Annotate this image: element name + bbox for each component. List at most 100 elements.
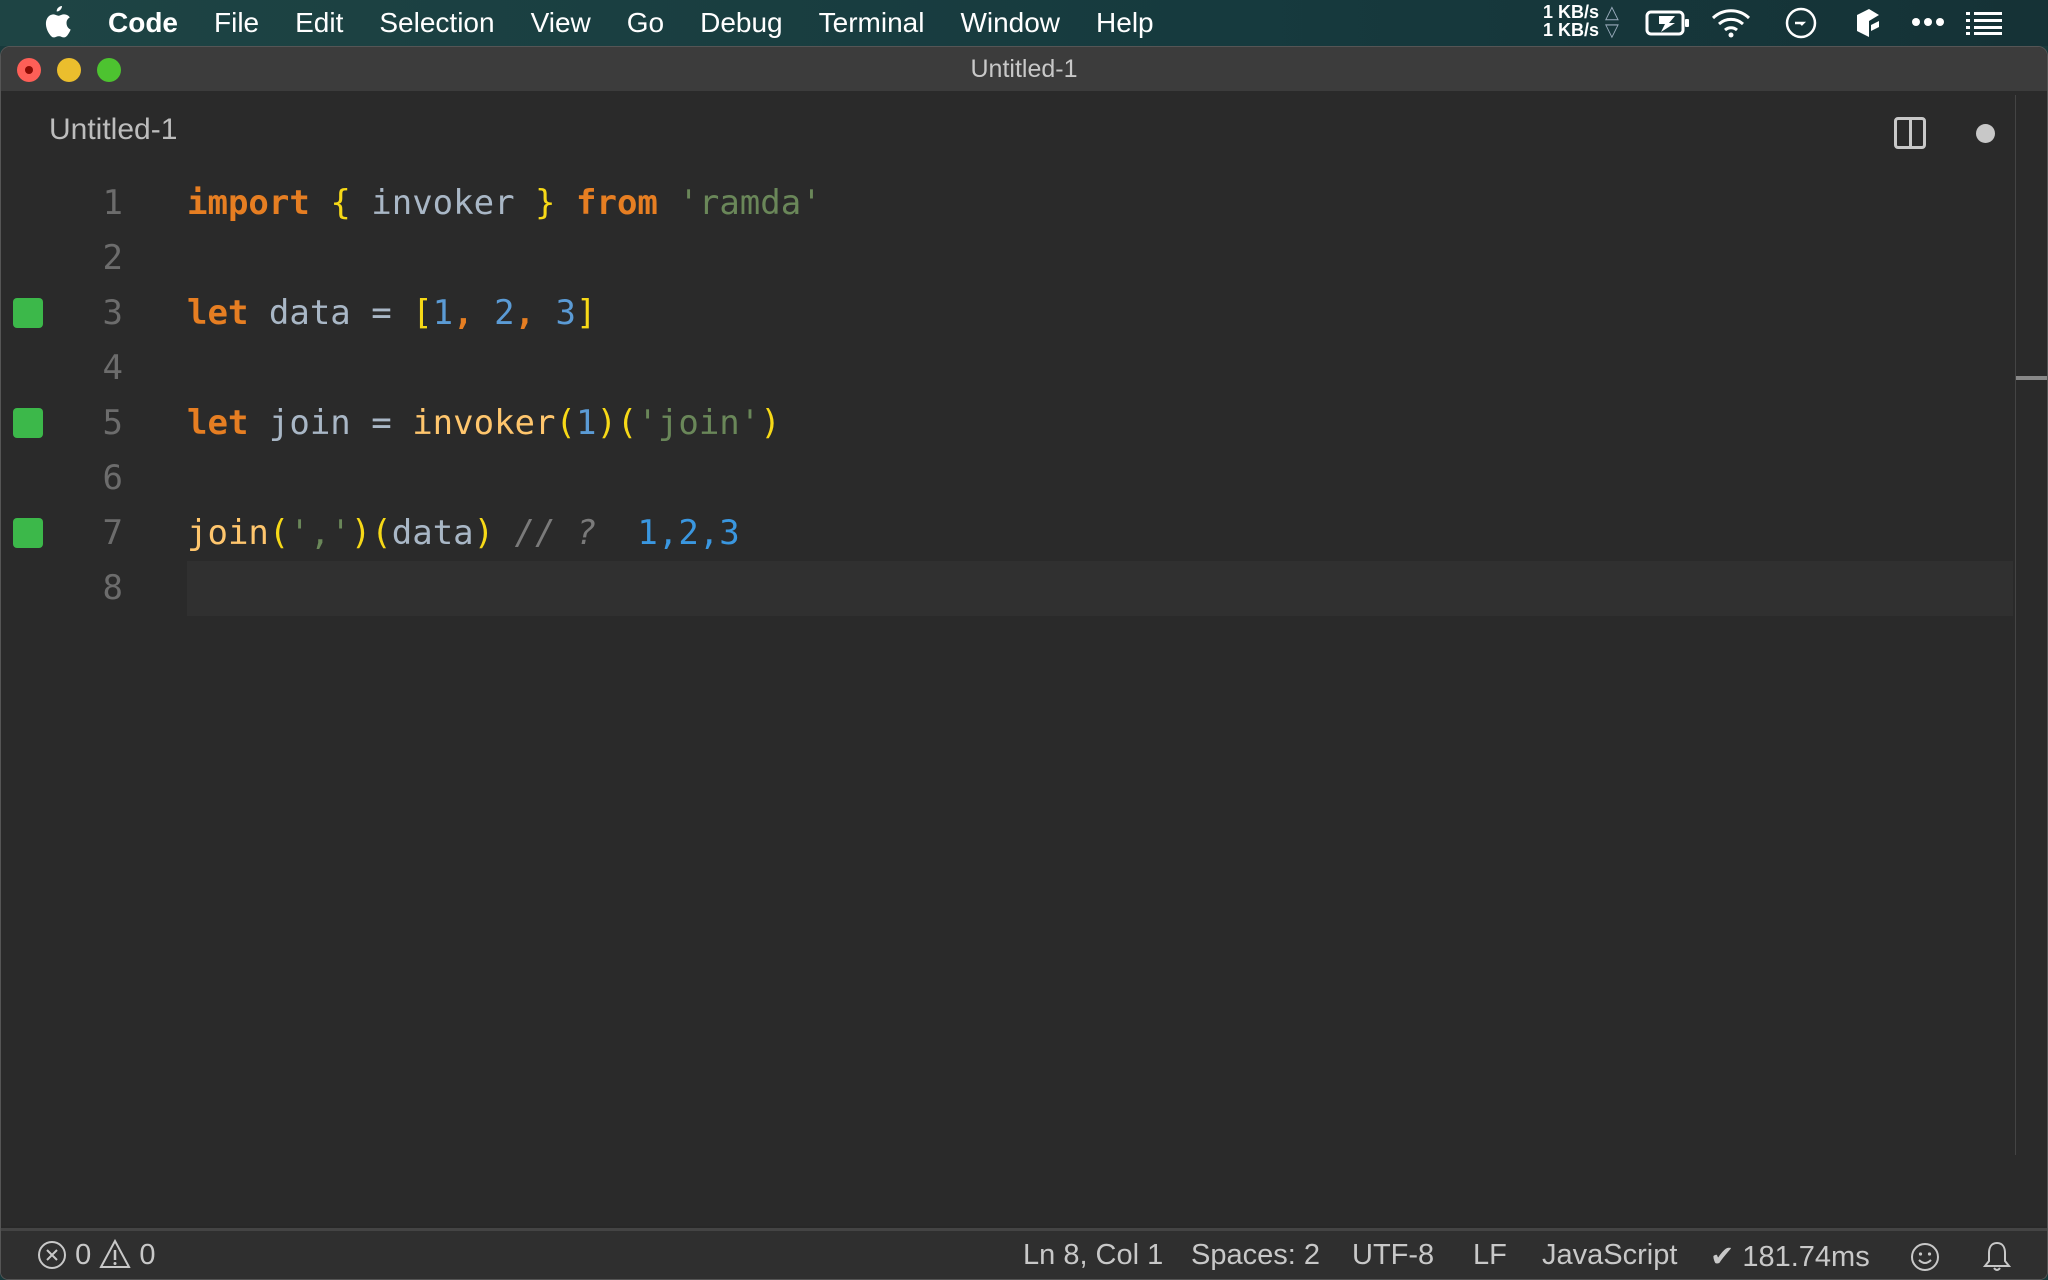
line-number: 6 — [102, 458, 123, 498]
scrollbar-cursor-marker — [2016, 376, 2047, 380]
menu-go[interactable]: Go — [627, 0, 664, 46]
code-token: ] — [576, 293, 597, 333]
code-token: ( — [555, 403, 576, 443]
code-token: from — [576, 183, 658, 223]
menu-selection[interactable]: Selection — [379, 0, 494, 46]
menu-code[interactable]: Code — [108, 0, 178, 46]
code-token: 2 — [494, 293, 515, 333]
window-title: Untitled-1 — [970, 55, 1078, 83]
menu-list: Code File Edit Selection View Go Debug T… — [108, 0, 1190, 46]
code-token: )( — [596, 403, 638, 443]
vscode-window: Untitled-1 Untitled-1 1 import { invoker … — [0, 46, 2048, 1280]
code-token: 'ramda' — [678, 183, 822, 223]
menu-file[interactable]: File — [214, 0, 259, 46]
code-line[interactable]: import { invoker } from 'ramda' — [187, 176, 822, 231]
code-token: invoker — [350, 183, 536, 223]
download-arrow-icon: ▽ — [1605, 20, 1619, 40]
battery-charging-icon[interactable] — [1645, 10, 1691, 36]
more-dots-icon[interactable] — [1911, 17, 1945, 27]
language-mode[interactable]: JavaScript — [1542, 1239, 1677, 1272]
code-token: 1 — [432, 293, 454, 333]
code-editor[interactable]: 1 import { invoker } from 'ramda' 2 3 let da… — [1, 171, 2047, 1226]
line-number: 3 — [102, 293, 123, 333]
code-line[interactable]: join(',')(data) // ? 1,2,3 — [187, 506, 740, 561]
code-token: // ? — [494, 513, 638, 553]
code-token: invoker — [412, 403, 556, 443]
code-token: { — [330, 183, 351, 223]
minimize-window-button[interactable] — [57, 58, 81, 82]
code-token: data = — [248, 293, 413, 333]
code-token: ( — [268, 513, 290, 553]
coverage-marker-icon[interactable] — [13, 298, 43, 328]
current-line-highlight — [187, 561, 2013, 616]
menu-edit[interactable]: Edit — [295, 0, 343, 46]
code-token: [ — [412, 293, 433, 333]
code-token: import — [187, 183, 310, 223]
quokka-timing[interactable]: ✔ 181.74ms — [1710, 1239, 1870, 1274]
code-token: ) — [473, 513, 495, 553]
net-upload: 1 KB/s — [1543, 2, 1600, 22]
line-number: 4 — [102, 348, 123, 388]
vertical-scrollbar[interactable] — [2015, 95, 2016, 1155]
code-token: data — [391, 513, 474, 553]
tab-untitled-1[interactable]: Untitled-1 — [49, 113, 177, 147]
net-download: 1 KB/s — [1543, 20, 1600, 40]
network-speed-monitor[interactable]: 1 KB/s △ 1 KB/s ▽ — [1543, 3, 1619, 39]
code-token: )( — [350, 513, 392, 553]
line-number: 8 — [102, 568, 123, 608]
window-titlebar[interactable]: Untitled-1 — [1, 47, 2047, 91]
code-token: join — [187, 513, 269, 553]
macos-menu-bar: Code File Edit Selection View Go Debug T… — [0, 0, 2048, 46]
menu-window[interactable]: Window — [960, 0, 1060, 46]
bell-icon[interactable] — [1982, 1240, 2012, 1274]
wifi-icon[interactable] — [1711, 8, 1751, 38]
code-line[interactable]: let data = [1, 2, 3] — [187, 286, 597, 341]
close-window-button[interactable] — [17, 58, 41, 82]
problems-indicator[interactable]: 0 0 — [37, 1238, 156, 1272]
coverage-marker-icon[interactable] — [13, 408, 43, 438]
eol-setting[interactable]: LF — [1473, 1239, 1507, 1272]
code-token: ) — [760, 403, 781, 443]
error-count: 0 — [75, 1239, 92, 1271]
menu-help[interactable]: Help — [1096, 0, 1154, 46]
code-token: let — [187, 293, 249, 333]
indentation-setting[interactable]: Spaces: 2 — [1191, 1239, 1320, 1272]
editor-tab-bar: Untitled-1 — [1, 91, 2047, 171]
list-icon[interactable] — [1966, 11, 2002, 35]
unsaved-dot-icon[interactable] — [1976, 124, 1995, 143]
code-token: , — [514, 293, 556, 333]
smiley-icon[interactable] — [1909, 1241, 1941, 1273]
code-line[interactable]: let join = invoker(1)('join') — [187, 396, 781, 451]
split-editor-icon[interactable] — [1894, 117, 1926, 149]
code-token: let — [187, 403, 249, 443]
warning-count: 0 — [139, 1239, 156, 1271]
code-token: join = — [248, 403, 413, 443]
upload-arrow-icon: △ — [1605, 2, 1619, 22]
line-number: 1 — [102, 183, 123, 223]
code-token: , — [453, 293, 495, 333]
line-number: 7 — [102, 513, 123, 553]
cursor-position[interactable]: Ln 8, Col 1 — [1023, 1239, 1163, 1272]
error-icon — [38, 1241, 66, 1269]
apple-logo-icon[interactable] — [40, 4, 72, 40]
menu-debug[interactable]: Debug — [700, 0, 783, 46]
status-bar: 0 0 Ln 8, Col 1 Spaces: 2 UTF-8 LF JavaS… — [1, 1228, 2047, 1279]
line-number: 2 — [102, 238, 123, 278]
coverage-marker-icon[interactable] — [13, 518, 43, 548]
maximize-window-button[interactable] — [97, 58, 121, 82]
menu-view[interactable]: View — [531, 0, 591, 46]
encoding-setting[interactable]: UTF-8 — [1352, 1239, 1434, 1272]
code-token: 1 — [575, 403, 597, 443]
code-token: 1,2,3 — [637, 513, 740, 553]
code-token: 'join' — [637, 403, 761, 443]
code-token: } — [535, 183, 556, 223]
menu-terminal[interactable]: Terminal — [819, 0, 925, 46]
code-token: 3 — [555, 293, 577, 333]
code-token: ',' — [289, 513, 351, 553]
clock-icon[interactable] — [1785, 7, 1817, 39]
line-number: 5 — [102, 403, 123, 443]
app-cube-icon[interactable] — [1855, 7, 1881, 39]
